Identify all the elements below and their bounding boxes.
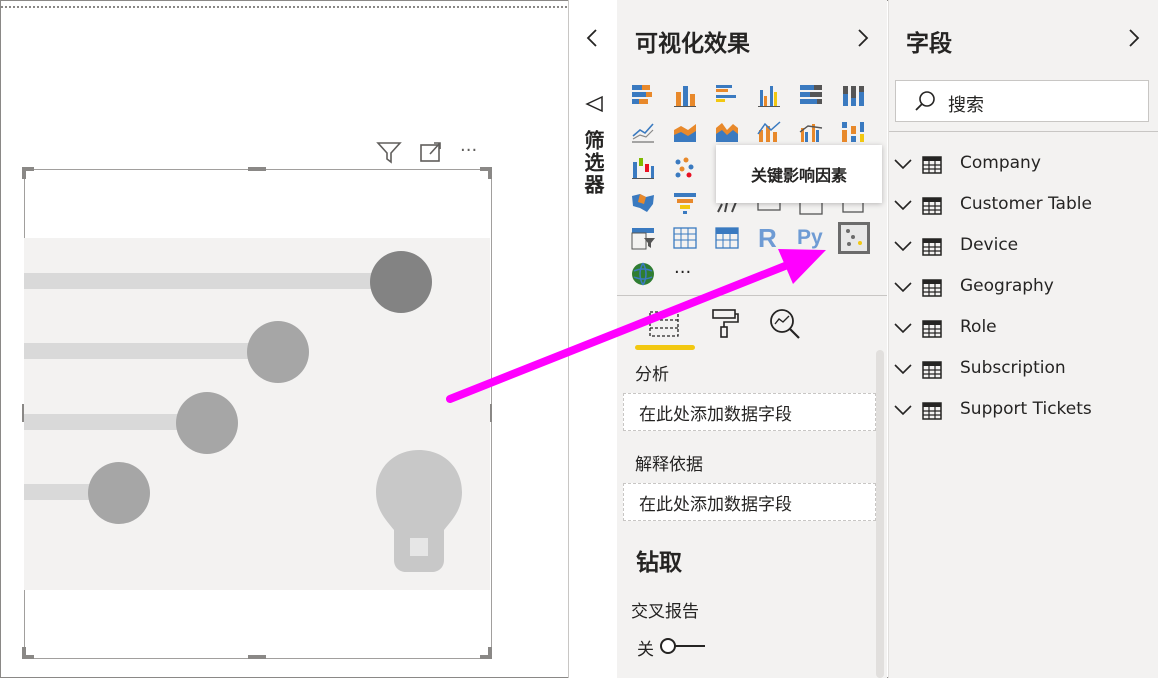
- table-icon[interactable]: [672, 225, 698, 251]
- funnel-chart-icon[interactable]: [672, 190, 698, 216]
- chevron-down-icon[interactable]: [893, 402, 913, 421]
- influencer-bar-1: [24, 273, 394, 289]
- clustered-column-chart-icon[interactable]: [756, 82, 782, 108]
- field-table-name: Role: [960, 317, 997, 337]
- chevron-down-icon[interactable]: [893, 238, 913, 257]
- lightbulb-icon: [374, 448, 464, 574]
- field-table-name: Support Tickets: [960, 399, 1092, 419]
- influencer-bar-2: [24, 343, 264, 359]
- fields-tab-active-indicator: [635, 345, 695, 350]
- waterfall-chart-icon[interactable]: [630, 154, 656, 180]
- resize-handle-bl-v[interactable]: [22, 647, 26, 659]
- fields-separator: [889, 131, 1158, 132]
- explain-by-field-well[interactable]: 在此处添加数据字段: [623, 483, 876, 521]
- stacked-area-chart-icon[interactable]: [714, 118, 740, 144]
- python-visual-icon[interactable]: Py: [797, 226, 823, 250]
- line-and-clustered-column-chart-icon[interactable]: [798, 118, 824, 144]
- 100-stacked-bar-chart-icon[interactable]: [798, 82, 824, 108]
- search-placeholder: 搜索: [948, 95, 984, 116]
- collapse-panes-chevron-icon[interactable]: [585, 28, 599, 52]
- explain-by-well-label: 解释依据: [635, 455, 703, 475]
- table-icon: [922, 156, 942, 178]
- analyze-field-well[interactable]: 在此处添加数据字段: [623, 393, 876, 431]
- field-table-item[interactable]: Device: [893, 232, 1143, 262]
- arcgis-map-icon[interactable]: [630, 261, 656, 287]
- visualizations-scrollbar[interactable]: [876, 350, 884, 678]
- line-and-stacked-column-chart-icon[interactable]: [756, 118, 782, 144]
- field-table-item[interactable]: Subscription: [893, 355, 1143, 385]
- filter-megaphone-icon: [585, 95, 605, 117]
- resize-handle-tl-v[interactable]: [22, 167, 26, 179]
- table-icon: [922, 197, 942, 219]
- chevron-down-icon[interactable]: [893, 197, 913, 216]
- analyze-well-label: 分析: [635, 365, 669, 385]
- cross-report-toggle-state: 关: [637, 640, 654, 660]
- get-more-visuals-icon[interactable]: ···: [674, 262, 691, 283]
- format-paint-roller-icon[interactable]: [710, 307, 740, 343]
- visualizations-expand-chevron-icon[interactable]: [856, 28, 870, 52]
- cross-report-toggle[interactable]: [659, 636, 707, 660]
- influencer-dot-3: [176, 392, 238, 454]
- filled-map-icon[interactable]: [630, 190, 656, 216]
- chevron-down-icon[interactable]: [893, 320, 913, 339]
- search-icon: [914, 90, 936, 116]
- influencer-bar-3: [24, 414, 194, 430]
- page-top-border: [1, 6, 567, 8]
- field-table-item[interactable]: Support Tickets: [893, 396, 1143, 426]
- area-chart-icon[interactable]: [672, 118, 698, 144]
- field-table-name: Geography: [960, 276, 1054, 296]
- ribbon-chart-icon[interactable]: [840, 118, 866, 144]
- influencer-dot-1: [370, 251, 432, 313]
- resize-handle-top[interactable]: [248, 167, 266, 171]
- chevron-down-icon[interactable]: [893, 279, 913, 298]
- field-table-item[interactable]: Customer Table: [893, 191, 1143, 221]
- visualizations-title: 可视化效果: [635, 31, 750, 57]
- fields-title: 字段: [906, 31, 952, 57]
- analytics-magnifier-icon[interactable]: [768, 307, 802, 345]
- r-visual-icon[interactable]: R: [758, 223, 777, 254]
- table-icon: [922, 361, 942, 383]
- fields-tab-icon[interactable]: [647, 306, 681, 342]
- visual-more-options-icon[interactable]: ···: [460, 140, 477, 161]
- resize-handle-bottom[interactable]: [248, 655, 266, 659]
- 100-stacked-column-chart-icon[interactable]: [840, 82, 866, 108]
- clustered-bar-chart-icon[interactable]: [714, 82, 740, 108]
- field-table-item[interactable]: Role: [893, 314, 1143, 344]
- focus-mode-icon[interactable]: [419, 141, 443, 163]
- gallery-separator: [617, 295, 887, 296]
- field-table-item[interactable]: Geography: [893, 273, 1143, 303]
- matrix-icon[interactable]: [714, 225, 740, 251]
- cross-report-label: 交叉报告: [631, 602, 699, 622]
- filters-label[interactable]: 筛选器: [579, 130, 608, 196]
- fields-expand-chevron-icon[interactable]: [1127, 28, 1141, 52]
- visual-filter-icon[interactable]: [376, 140, 402, 164]
- stacked-bar-chart-icon[interactable]: [630, 82, 656, 108]
- resize-handle-br-v[interactable]: [488, 647, 492, 659]
- line-chart-icon[interactable]: [630, 118, 656, 144]
- influencer-dot-2: [247, 321, 309, 383]
- fields-search-input[interactable]: 搜索: [895, 80, 1149, 122]
- scatter-chart-icon[interactable]: [672, 154, 698, 180]
- table-icon: [922, 238, 942, 260]
- field-table-item[interactable]: Company: [893, 150, 1143, 180]
- chevron-down-icon[interactable]: [893, 361, 913, 380]
- resize-handle-tr-v[interactable]: [488, 167, 492, 179]
- field-table-name: Device: [960, 235, 1019, 255]
- table-icon: [922, 279, 942, 301]
- filters-pane-collapsed[interactable]: 筛选器: [568, 0, 618, 678]
- table-icon: [922, 402, 942, 424]
- key-influencers-tooltip: 关键影响因素: [716, 145, 882, 203]
- field-table-name: Company: [960, 153, 1041, 173]
- table-icon: [922, 320, 942, 342]
- stacked-column-chart-icon[interactable]: [672, 82, 698, 108]
- field-table-name: Subscription: [960, 358, 1066, 378]
- key-influencers-icon[interactable]: [837, 221, 871, 255]
- drillthrough-title: 钻取: [636, 550, 682, 576]
- chevron-down-icon[interactable]: [893, 156, 913, 175]
- field-table-name: Customer Table: [960, 194, 1092, 214]
- table-slicer-icon[interactable]: [630, 225, 656, 251]
- influencer-dot-4: [88, 462, 150, 524]
